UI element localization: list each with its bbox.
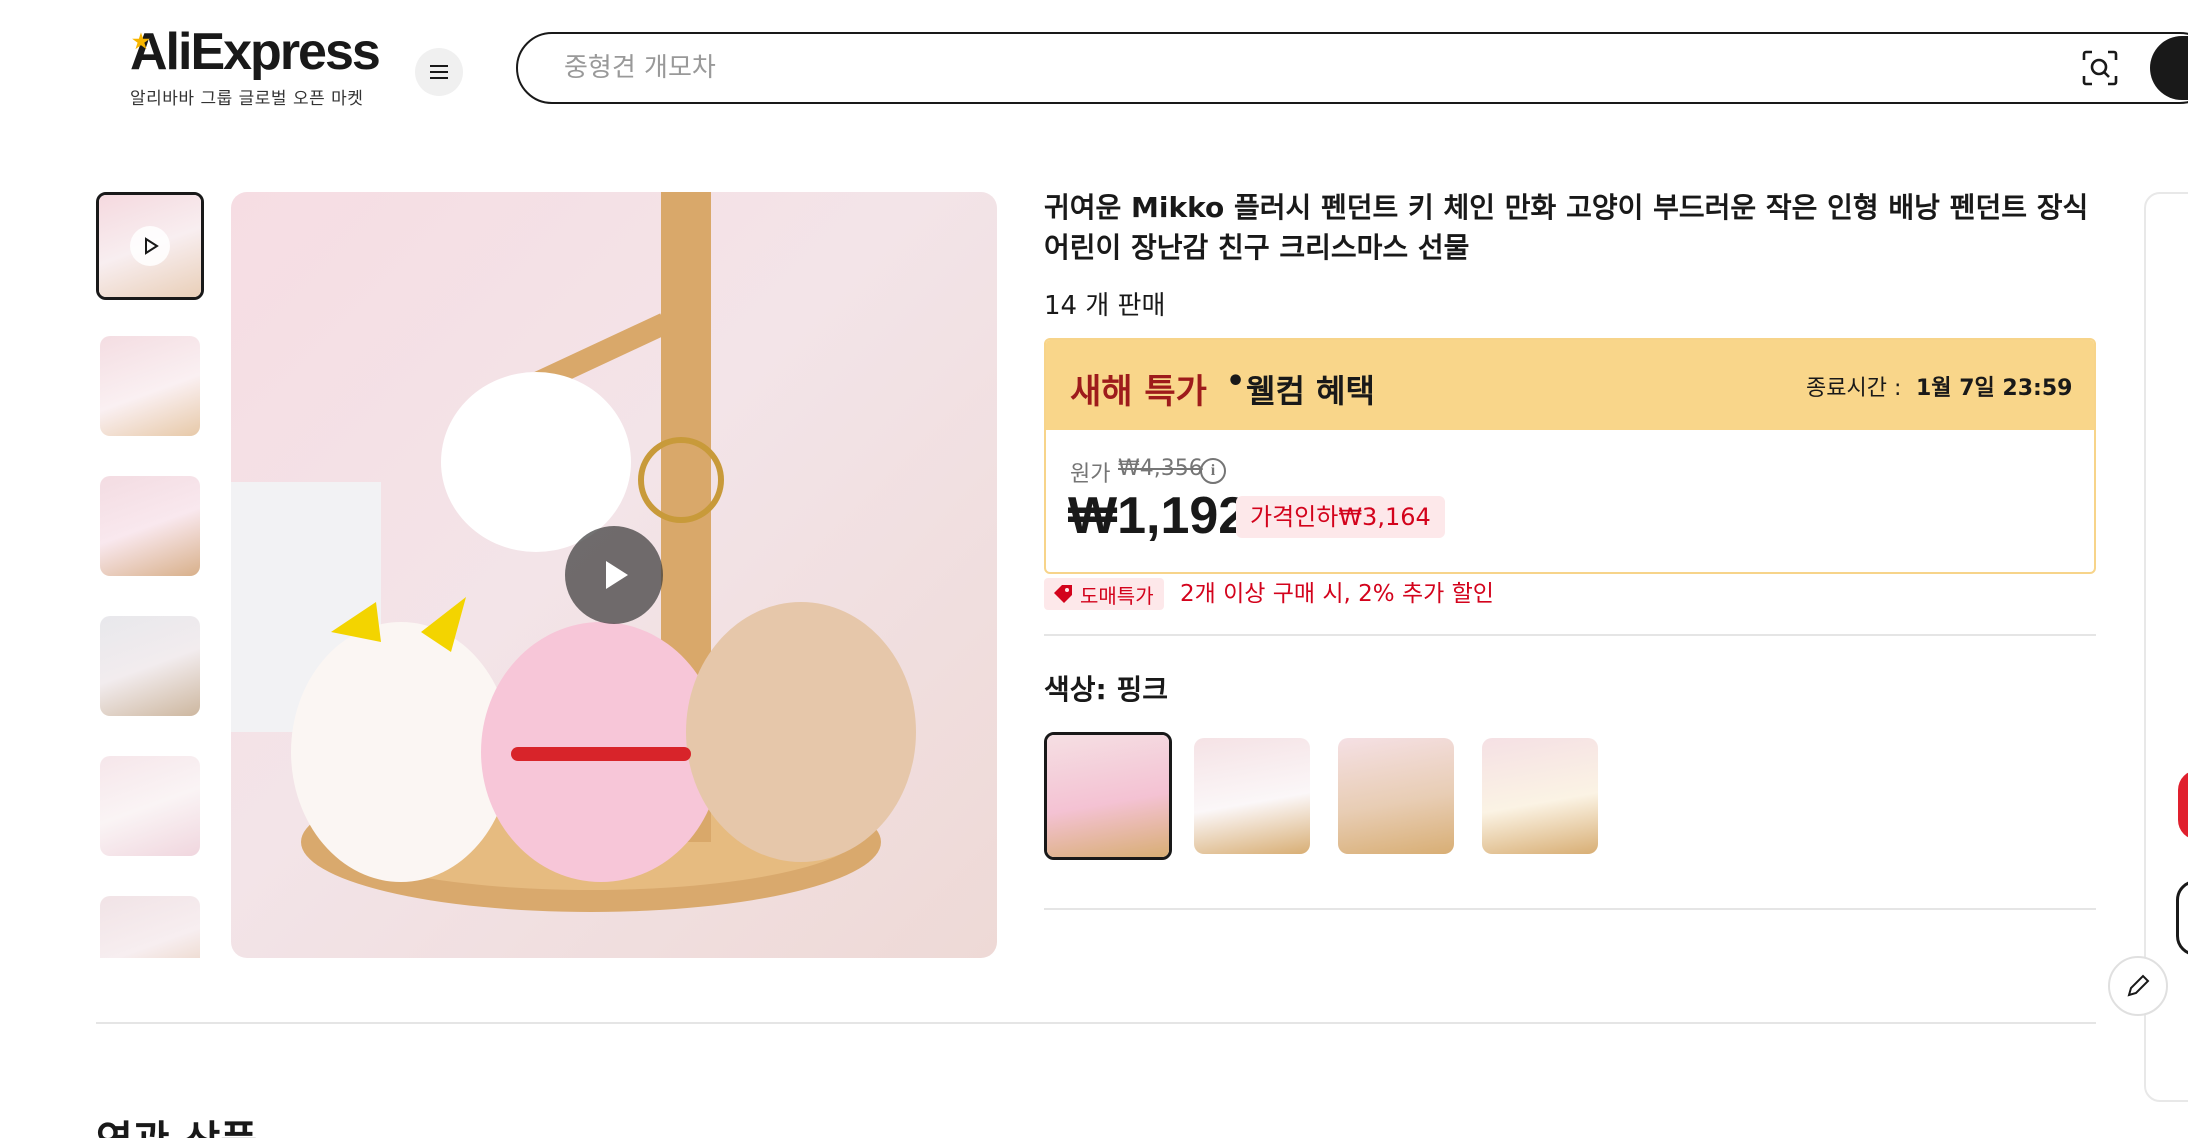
info-icon[interactable]: i — [1200, 458, 1226, 484]
bulk-deal-text: 2개 이상 구매 시, 2% 추가 할인 — [1180, 581, 1494, 607]
thumbnail-list — [96, 192, 204, 958]
divider — [1044, 908, 2096, 910]
search-input[interactable] — [564, 34, 2064, 101]
sold-count: 14 개 판매 — [1044, 291, 1166, 321]
thumbnail-image[interactable] — [100, 756, 200, 856]
camera-search-icon — [2082, 50, 2118, 86]
original-price-label: 원가 — [1070, 462, 1111, 487]
add-to-cart-button[interactable] — [2176, 880, 2188, 956]
buy-now-button[interactable] — [2178, 770, 2188, 840]
search-button[interactable] — [2150, 36, 2188, 100]
end-time-value: 1월 7일 23:59 — [1916, 376, 2073, 401]
thumbnail-video[interactable] — [96, 192, 204, 300]
aliexpress-logo[interactable]: ★ AliExpress 알리바바 그룹 글로벌 오픈 마켓 — [130, 23, 381, 109]
promo-separator: • — [1226, 364, 1246, 399]
color-option-brown[interactable] — [1338, 738, 1454, 854]
bulk-deal-badge: 도매특가 — [1044, 578, 1164, 610]
end-time-label: 종료시간 : — [1806, 376, 1902, 401]
feedback-button[interactable] — [2108, 956, 2168, 1016]
thumbnail-image[interactable] — [100, 336, 200, 436]
product-title: 귀여운 Mikko 플러시 펜던트 키 체인 만화 고양이 부드러운 작은 인형… — [1044, 191, 2089, 264]
section-divider — [96, 1022, 2096, 1024]
thumbnail-image[interactable] — [100, 616, 200, 716]
play-icon — [606, 561, 628, 589]
pencil-icon — [2127, 974, 2150, 997]
divider — [1044, 634, 2096, 636]
color-label: 색상: 핑크 — [1044, 673, 1168, 706]
tag-icon — [1054, 585, 1072, 603]
logo-tagline: 알리바바 그룹 글로벌 오픈 마켓 — [130, 89, 364, 109]
hamburger-menu-icon — [430, 65, 448, 79]
menu-button[interactable] — [415, 48, 463, 96]
search-bar — [516, 32, 2188, 104]
color-option-pink[interactable] — [1044, 732, 1172, 860]
thumbnail-image[interactable] — [100, 896, 200, 958]
related-products-heading: 연관 상품 — [96, 1108, 257, 1138]
logo-star-icon: ★ — [132, 31, 150, 53]
image-search-button[interactable] — [2078, 46, 2122, 90]
bulk-deal-label: 도매특가 — [1080, 583, 1154, 608]
current-price: ₩1,192 — [1068, 487, 1248, 545]
promo-box: 새해 특가 • 웰컴 혜택 종료시간 : 1월 7일 23:59 원가 ₩4,3… — [1044, 338, 2096, 574]
welcome-benefit: 웰컴 혜택 — [1246, 372, 1375, 410]
play-video-button[interactable] — [565, 526, 663, 624]
promo-label: 새해 특가 — [1070, 372, 1207, 412]
color-option-yellow[interactable] — [1482, 738, 1598, 854]
color-option-white[interactable] — [1194, 738, 1310, 854]
thumbnail-image[interactable] — [100, 476, 200, 576]
play-icon — [130, 226, 170, 266]
original-price: ₩4,356 — [1118, 456, 1203, 481]
promo-header: 새해 특가 • 웰컴 혜택 종료시간 : 1월 7일 23:59 — [1046, 340, 2094, 430]
discount-badge: 가격인하₩3,164 — [1236, 496, 1445, 538]
logo-wordmark: ★ AliExpress — [130, 23, 381, 81]
main-product-image[interactable] — [231, 192, 997, 958]
